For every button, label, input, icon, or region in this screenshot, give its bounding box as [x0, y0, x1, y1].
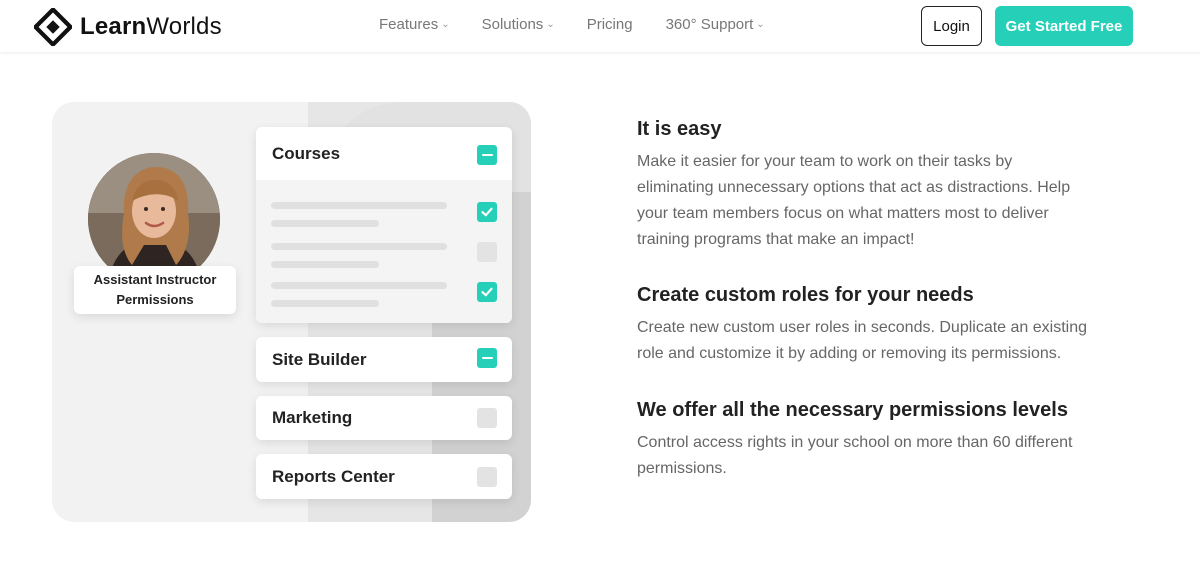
learnworlds-logo-icon [34, 8, 72, 46]
partial-checkbox-icon[interactable] [477, 348, 497, 368]
nav-features[interactable]: Features ⌄ [379, 16, 450, 33]
nav-pricing[interactable]: Pricing [587, 16, 633, 33]
permission-card-marketing: Marketing [256, 396, 512, 440]
chevron-down-icon: ⌄ [546, 19, 555, 30]
nav-solutions[interactable]: Solutions ⌄ [482, 16, 555, 33]
feature-easy: It is easy Make it easier for your team … [637, 116, 1137, 253]
card-title: Reports Center [272, 467, 395, 486]
feature-custom-roles: Create custom roles for your needs Creat… [637, 282, 1137, 367]
permission-card-reports-center: Reports Center [256, 454, 512, 499]
chevron-down-icon: ⌄ [441, 19, 450, 30]
feature-title: It is easy [637, 118, 722, 140]
partial-checkbox-icon[interactable] [477, 145, 497, 165]
checked-checkbox-icon[interactable] [477, 282, 497, 302]
brand-logo[interactable]: LearnWorlds [34, 8, 222, 46]
card-title: Courses [272, 144, 341, 163]
feature-description: Control access rights in your school on … [637, 434, 1073, 477]
brand-name: LearnWorlds [80, 13, 222, 40]
main-nav: Features ⌄ Solutions ⌄ Pricing 360° Suppor… [379, 16, 765, 33]
unchecked-checkbox-icon[interactable] [477, 242, 497, 262]
feature-title: Create custom roles for your needs [637, 284, 974, 306]
permission-card-courses: Courses [256, 127, 512, 323]
checked-checkbox-icon[interactable] [477, 202, 497, 222]
course-items-list [256, 180, 512, 323]
get-started-button[interactable]: Get Started Free [995, 6, 1133, 46]
unchecked-checkbox-icon[interactable] [477, 408, 497, 428]
site-header: LearnWorlds Features ⌄ Solutions ⌄ Pricing… [0, 0, 1200, 52]
card-title: Marketing [272, 408, 353, 427]
feature-description: Create new custom user roles in seconds.… [637, 319, 1087, 362]
role-badge: Assistant Instructor Permissions [74, 266, 236, 314]
feature-description: Make it easier for your team to work on … [637, 153, 1071, 248]
feature-permission-levels: We offer all the necessary permissions l… [637, 397, 1137, 482]
chevron-down-icon: ⌄ [756, 19, 765, 30]
unchecked-checkbox-icon[interactable] [477, 467, 497, 487]
feature-title: We offer all the necessary permissions l… [637, 399, 1068, 421]
permission-card-site-builder: Site Builder [256, 337, 512, 382]
card-title: Site Builder [272, 350, 367, 369]
login-button[interactable]: Login [921, 6, 982, 46]
nav-support[interactable]: 360° Support ⌄ [666, 16, 765, 33]
